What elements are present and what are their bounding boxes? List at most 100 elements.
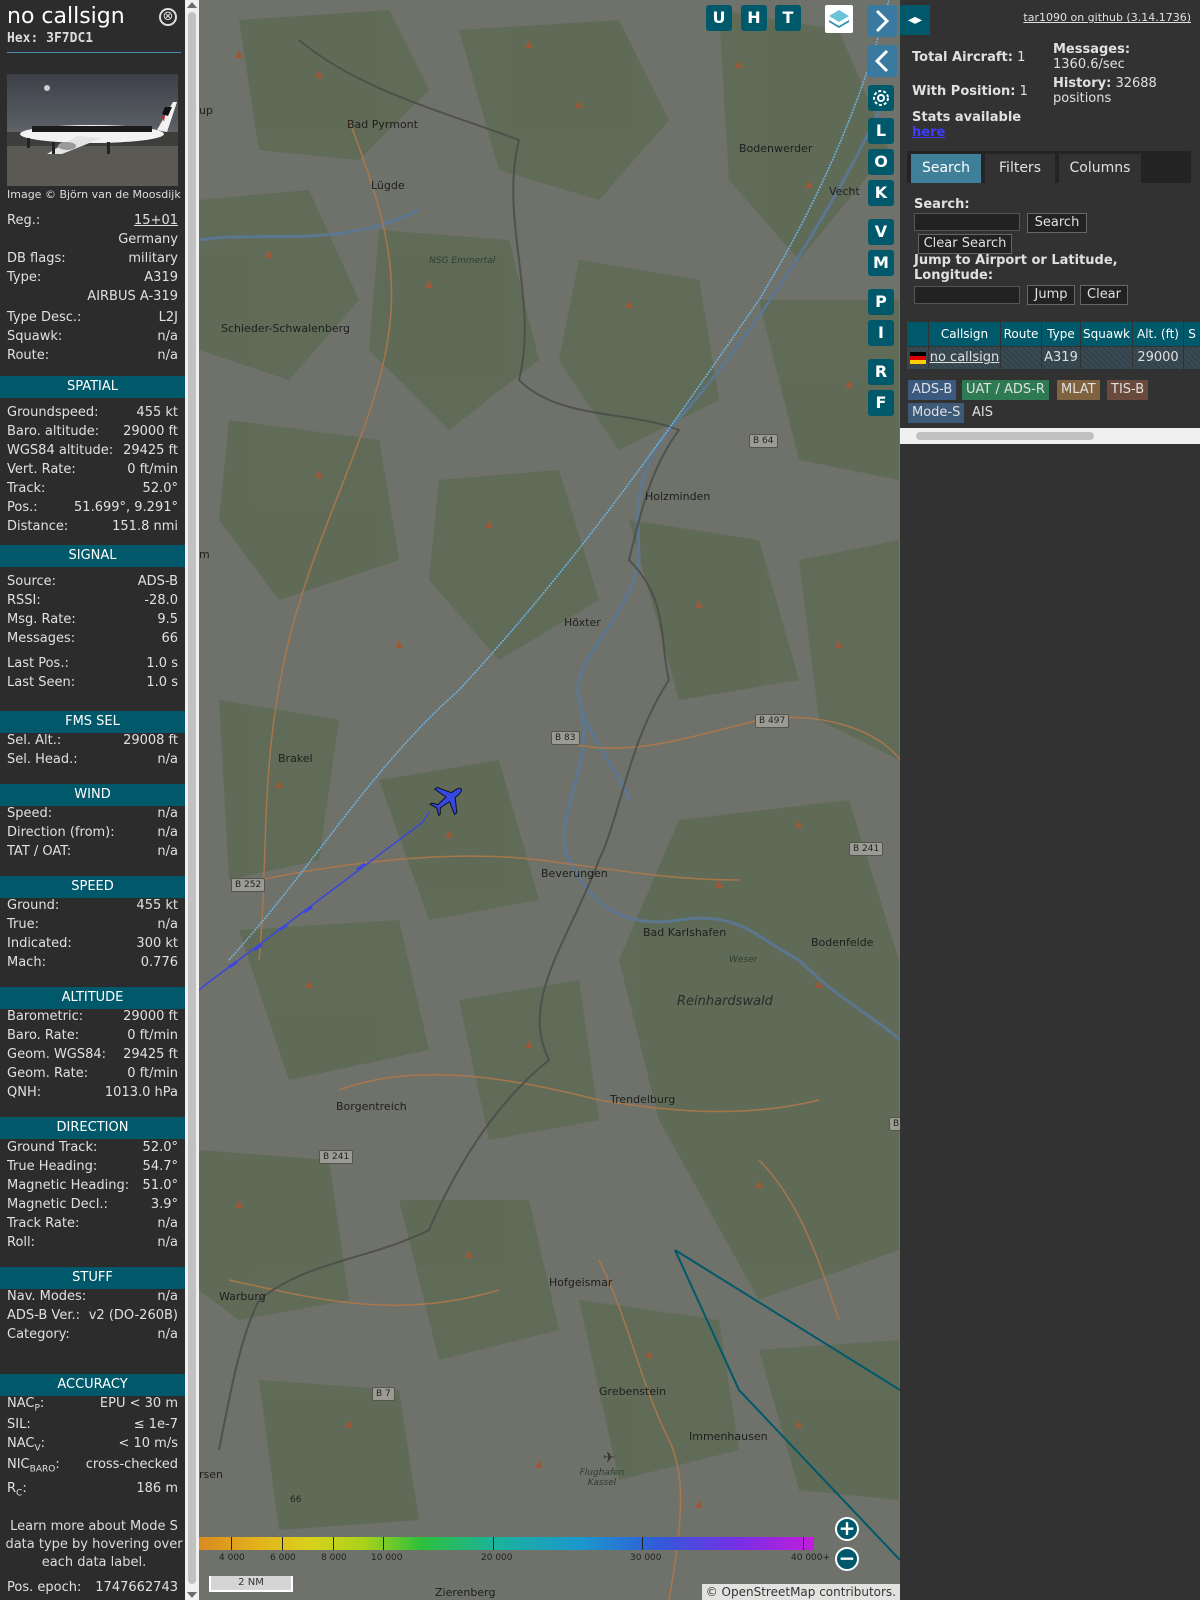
map-button-p[interactable]: P: [868, 289, 894, 315]
search-button[interactable]: Search: [1027, 213, 1087, 233]
map-button-h[interactable]: H: [741, 5, 767, 31]
accuracy-row-label: NACP:: [7, 1396, 45, 1414]
map-button-r[interactable]: R: [868, 359, 894, 385]
label-text: NAC: [7, 1436, 35, 1451]
tab-search[interactable]: Search: [911, 154, 981, 183]
spatial-row: Baro. altitude: 29000 ft: [7, 424, 178, 442]
clear-button[interactable]: Clear: [1080, 285, 1128, 305]
detail-row-value[interactable]: 15+01: [134, 213, 178, 228]
scrollbar-thumb[interactable]: [188, 12, 196, 1584]
column-header-squawk[interactable]: Squawk: [1081, 322, 1132, 346]
map-view[interactable]: ✈ Bad Pyrmont Lügde Bodenwerder NSG Emmerta…: [199, 0, 900, 1600]
column-header-altitude[interactable]: Alt. (ft): [1133, 322, 1183, 346]
map-attribution[interactable]: © OpenStreetMap contributors.: [701, 1584, 900, 1600]
table-cell-route[interactable]: [1001, 347, 1041, 369]
detail-row: AIRBUS A-319: [7, 289, 178, 307]
history-value: 32688: [1115, 76, 1157, 91]
map-button-t[interactable]: T: [775, 5, 801, 31]
table-cell-squawk[interactable]: [1081, 347, 1132, 369]
aircraft-photo[interactable]: [7, 74, 178, 186]
map-button-l[interactable]: L: [868, 118, 894, 144]
speed-row-value: 0.776: [140, 955, 178, 970]
expand-panel-icon[interactable]: ◂▸: [900, 5, 930, 35]
total-aircraft-label: Total Aircraft:: [912, 50, 1013, 65]
scrollbar-thumb[interactable]: [916, 432, 1094, 440]
gear-icon[interactable]: [868, 85, 894, 111]
image-credit: Image © Björn van de Moosdijk: [7, 188, 181, 201]
jump-input[interactable]: [914, 286, 1020, 304]
column-header-type[interactable]: Type: [1042, 322, 1080, 346]
table-cell-flag[interactable]: [907, 347, 928, 369]
map-button-f[interactable]: F: [868, 390, 894, 416]
messages-label: Messages:: [1053, 42, 1130, 57]
clear-search-button[interactable]: Clear Search: [918, 234, 1012, 254]
direction-row-value: n/a: [157, 1216, 178, 1231]
map-button-v[interactable]: V: [868, 219, 894, 245]
map-button-k[interactable]: K: [868, 180, 894, 206]
section-header-signal: SIGNAL: [0, 545, 185, 567]
chevron-left-icon[interactable]: [867, 45, 897, 77]
direction-row: True Heading: 54.7°: [7, 1159, 178, 1177]
altitude-tick: [231, 1537, 232, 1550]
speed-row: True: n/a: [7, 917, 178, 935]
table-horizontal-scrollbar[interactable]: [900, 428, 1200, 444]
close-icon[interactable]: ⊗: [159, 8, 177, 26]
altitude-tick-label: 6 000: [270, 1553, 296, 1563]
stats-link[interactable]: here: [912, 125, 945, 140]
github-link[interactable]: tar1090 on github (3.14.1736): [1023, 11, 1191, 24]
table-cell-callsign[interactable]: no callsign: [929, 347, 1000, 369]
altitude-row-label: Geom. Rate:: [7, 1066, 89, 1081]
tab-filters[interactable]: Filters: [985, 154, 1055, 183]
stuff-row: Category: n/a: [7, 1327, 178, 1345]
tab-columns[interactable]: Columns: [1059, 154, 1141, 183]
column-header-callsign[interactable]: Callsign: [929, 322, 1000, 346]
direction-row-value: n/a: [157, 1235, 178, 1250]
accuracy-row: RC: 186 m: [7, 1481, 178, 1499]
chevron-right-icon[interactable]: [867, 5, 897, 37]
section-header-altitude: ALTITUDE: [0, 987, 185, 1009]
road-label: B 241: [849, 842, 884, 856]
scroll-up-icon[interactable]: [187, 2, 197, 8]
column-header-route[interactable]: Route: [1001, 322, 1041, 346]
spatial-row-label: Baro. altitude:: [7, 424, 100, 439]
altitude-row: Geom. Rate: 0 ft/min: [7, 1066, 178, 1084]
label-text: NIC: [7, 1457, 30, 1472]
table-cell-altitude[interactable]: 29000: [1133, 347, 1183, 369]
accuracy-row-label: NACV:: [7, 1436, 46, 1454]
scroll-down-icon[interactable]: [187, 1592, 197, 1598]
altitude-row: Baro. Rate: 0 ft/min: [7, 1028, 178, 1046]
detail-row-value: Germany: [118, 232, 178, 247]
table-cell-speed[interactable]: [1184, 347, 1200, 369]
map-place-label: Brakel: [278, 752, 313, 765]
total-aircraft: Total Aircraft: 1: [912, 50, 1025, 65]
map-place-label: Weser: [729, 955, 758, 965]
map-button-m[interactable]: M: [868, 250, 894, 276]
search-input[interactable]: [914, 213, 1020, 231]
jump-button[interactable]: Jump: [1027, 285, 1075, 305]
spatial-row: Groundspeed: 455 kt: [7, 405, 178, 423]
map-button-i[interactable]: I: [868, 320, 894, 346]
zoom-out-button[interactable]: −: [835, 1547, 859, 1571]
map-button-u[interactable]: U: [706, 5, 732, 31]
detail-row: Reg.: 15+01: [7, 213, 178, 231]
sidebar-scrollbar[interactable]: [185, 0, 199, 1600]
speed-row-value: n/a: [157, 917, 178, 932]
legend-uat-ads-r: UAT / ADS-R: [962, 380, 1049, 400]
map-button-o[interactable]: O: [868, 149, 894, 175]
map-place-label: Bodenwerder: [739, 142, 813, 155]
section-header-speed: SPEED: [0, 876, 185, 898]
section-header-wind: WIND: [0, 784, 185, 806]
search-label: Search:: [914, 197, 970, 212]
column-header-flag[interactable]: [907, 322, 928, 346]
detail-row-value: L2J: [158, 310, 178, 325]
signal-row-label: Messages:: [7, 631, 76, 646]
scale-bar: 2 NM: [209, 1576, 293, 1592]
map-place-label: Zierenberg: [435, 1586, 496, 1599]
column-header-speed[interactable]: S: [1184, 322, 1200, 346]
layers-icon[interactable]: [825, 5, 853, 33]
spatial-row-value: 455 kt: [136, 405, 178, 420]
detail-row: Type: A319: [7, 270, 178, 288]
table-cell-type[interactable]: A319: [1042, 347, 1080, 369]
zoom-in-button[interactable]: +: [835, 1517, 859, 1541]
map-place-label: Trendelburg: [610, 1093, 676, 1106]
